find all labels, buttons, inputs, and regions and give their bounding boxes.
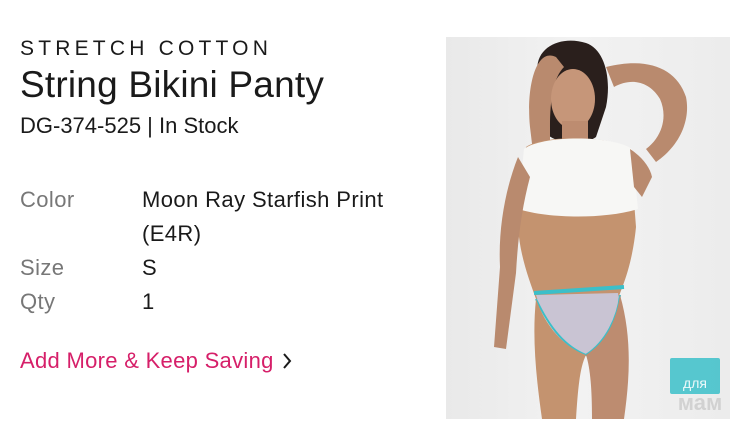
watermark-text-top: для	[683, 375, 707, 391]
detail-row-color: Color Moon Ray Starfish Print (E4R)	[20, 183, 430, 251]
color-value: Moon Ray Starfish Print (E4R)	[142, 187, 384, 246]
watermark-text-bottom: мам	[678, 390, 723, 415]
product-summary: STRETCH COTTON String Bikini Panty DG-37…	[0, 0, 750, 426]
product-collection: STRETCH COTTON	[20, 37, 273, 60]
sku-stock-status: DG-374-525 | In Stock	[20, 113, 239, 138]
chevron-right-icon	[282, 353, 291, 369]
detail-row-size: Size S	[20, 251, 430, 285]
product-details: Color Moon Ray Starfish Print (E4R) Size…	[20, 183, 430, 319]
size-label: Size	[20, 255, 65, 280]
color-label: Color	[20, 187, 75, 212]
add-more-keep-saving-link[interactable]: Add More & Keep Saving	[20, 348, 292, 374]
add-more-label: Add More & Keep Saving	[20, 348, 274, 373]
size-value: S	[142, 255, 158, 280]
qty-value: 1	[142, 289, 155, 314]
detail-row-qty: Qty 1	[20, 285, 430, 319]
watermark-logo: для мам	[670, 358, 723, 415]
qty-label: Qty	[20, 289, 56, 314]
product-title: String Bikini Panty	[20, 64, 325, 105]
